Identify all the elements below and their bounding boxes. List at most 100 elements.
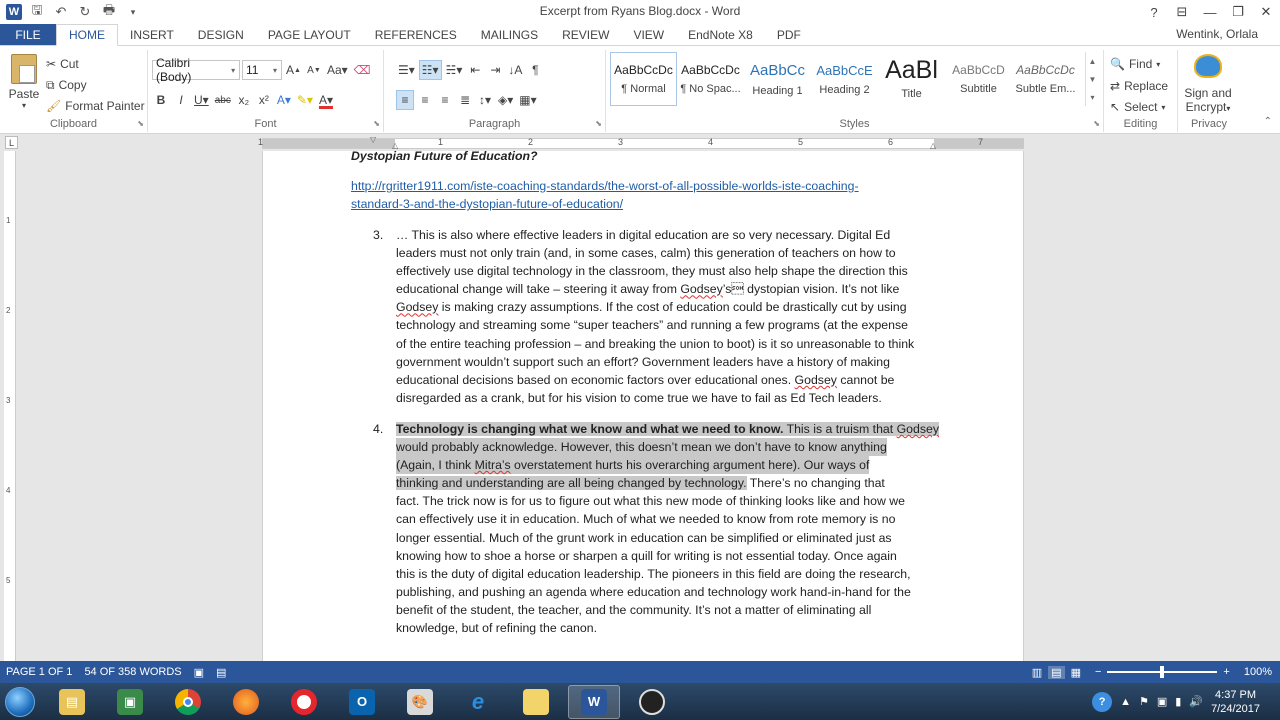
- find-button[interactable]: 🔍 Find ▾: [1110, 54, 1160, 74]
- align-right-icon[interactable]: ≡: [436, 90, 454, 110]
- link-line[interactable]: http://rgritter1911.com/iste-coaching-st…: [351, 177, 901, 195]
- user-account[interactable]: Wentink, Orlala: [1176, 27, 1258, 41]
- numbering-icon[interactable]: ☷▾: [418, 60, 442, 80]
- italic-icon[interactable]: I: [172, 90, 190, 110]
- chevron-up-icon[interactable]: ▲: [1089, 57, 1097, 66]
- replace-button[interactable]: ⇄ Replace: [1110, 76, 1168, 96]
- spelling-error[interactable]: Mitra’s: [475, 458, 511, 472]
- sign-encrypt-button[interactable]: Sign and Encrypt▾: [1178, 86, 1238, 116]
- justify-icon[interactable]: ≣: [456, 90, 474, 110]
- save-icon[interactable]: 🖫: [28, 2, 46, 21]
- tab-design[interactable]: DESIGN: [186, 24, 256, 45]
- highlight-color-icon[interactable]: ✎▾: [295, 90, 315, 110]
- more-styles-icon[interactable]: ▾: [1090, 93, 1094, 102]
- taskbar-outlook[interactable]: O: [336, 685, 388, 719]
- tab-endnote[interactable]: EndNote X8: [676, 24, 765, 45]
- sort-icon[interactable]: ↓A: [506, 60, 524, 80]
- clipboard-launcher-icon[interactable]: ⬊: [137, 119, 144, 128]
- customize-qat-icon[interactable]: ▾: [124, 3, 142, 21]
- bullets-icon[interactable]: ☰▾: [396, 60, 417, 80]
- paragraph-launcher-icon[interactable]: ⬊: [595, 119, 602, 128]
- tab-view[interactable]: VIEW: [621, 24, 676, 45]
- text-effects-icon[interactable]: A▾: [275, 90, 293, 110]
- grow-font-icon[interactable]: A ▲: [284, 60, 303, 80]
- undo-icon[interactable]: ↶: [52, 3, 70, 21]
- tab-home[interactable]: HOME: [56, 24, 118, 46]
- minimize-button[interactable]: —: [1196, 0, 1224, 24]
- paste-dropdown-icon[interactable]: ▾: [6, 101, 42, 110]
- taskbar-obs[interactable]: [626, 685, 678, 719]
- strikethrough-icon[interactable]: abc: [213, 90, 233, 110]
- subscript-icon[interactable]: x₂: [235, 90, 253, 110]
- network-icon[interactable]: ▮: [1175, 695, 1181, 708]
- ribbon-display-options-button[interactable]: ⊟: [1168, 0, 1196, 24]
- volume-icon[interactable]: 🔊: [1189, 695, 1203, 708]
- increase-indent-icon[interactable]: ⇥: [486, 60, 504, 80]
- help-button[interactable]: ?: [1140, 0, 1168, 24]
- pilcrow-icon[interactable]: ¶: [526, 60, 544, 80]
- horizontal-ruler[interactable]: 1 1 2 3 4 5 6 7 ▽ △ △: [258, 135, 1024, 150]
- taskbar-paint[interactable]: 🎨: [394, 685, 446, 719]
- select-button[interactable]: ↖ Select ▾: [1110, 97, 1165, 117]
- bold-icon[interactable]: B: [152, 90, 170, 110]
- borders-icon[interactable]: ▦▾: [517, 90, 538, 110]
- start-button[interactable]: [0, 684, 40, 720]
- tab-selector[interactable]: L: [5, 136, 18, 149]
- tab-pdf[interactable]: PDF: [765, 24, 813, 45]
- help-tray-icon[interactable]: ?: [1092, 691, 1113, 712]
- style-heading-2[interactable]: AaBbCcE Heading 2: [811, 52, 878, 106]
- redo-icon[interactable]: ↻: [76, 3, 94, 21]
- copy-button[interactable]: ⧉ Copy: [46, 75, 87, 95]
- word-count[interactable]: 54 OF 358 WORDS: [78, 666, 187, 678]
- shading-icon[interactable]: ◈▾: [496, 90, 515, 110]
- decrease-indent-icon[interactable]: ⇤: [466, 60, 484, 80]
- style-title[interactable]: AaBl Title: [878, 52, 945, 106]
- restore-button[interactable]: ❐: [1224, 0, 1252, 24]
- zoom-out-button[interactable]: −: [1095, 666, 1101, 678]
- taskbar-internet-explorer[interactable]: e: [452, 685, 504, 719]
- flag-icon[interactable]: ⚑: [1139, 695, 1149, 708]
- proofing-icon[interactable]: ▣: [188, 666, 210, 679]
- sign-encrypt-icon[interactable]: [1194, 54, 1222, 78]
- taskbar-file-explorer[interactable]: ▤: [46, 685, 98, 719]
- format-painter-button[interactable]: 🖌 Format Painter: [46, 96, 145, 116]
- macro-record-icon[interactable]: ▤: [210, 666, 232, 679]
- font-size-combo[interactable]: 11 ▾: [242, 60, 282, 80]
- style-subtitle[interactable]: AaBbCcD Subtitle: [945, 52, 1012, 106]
- link-line[interactable]: standard-3-and-the-dystopian-future-of-e…: [351, 195, 901, 213]
- superscript-icon[interactable]: x²: [255, 90, 273, 110]
- line-spacing-icon[interactable]: ↕▾: [476, 90, 494, 110]
- chevron-down-icon[interactable]: ▼: [1089, 75, 1097, 84]
- clock[interactable]: 4:37 PM 7/24/2017: [1211, 688, 1260, 716]
- taskbar-opera[interactable]: [278, 685, 330, 719]
- taskbar-folder[interactable]: [510, 685, 562, 719]
- font-launcher-icon[interactable]: ⬊: [373, 119, 380, 128]
- multilevel-list-icon[interactable]: ☵▾: [444, 60, 465, 80]
- paste-button[interactable]: Paste ▾: [6, 54, 42, 110]
- shrink-font-icon[interactable]: A ▼: [305, 60, 323, 80]
- hanging-indent-marker[interactable]: △: [392, 141, 398, 150]
- tab-review[interactable]: REVIEW: [550, 24, 621, 45]
- document-page[interactable]: Dystopian Future of Education? http://rg…: [262, 151, 1024, 661]
- print-preview-icon[interactable]: 🖶: [100, 2, 118, 21]
- tab-mailings[interactable]: MAILINGS: [469, 24, 550, 45]
- styles-launcher-icon[interactable]: ⬊: [1093, 119, 1100, 128]
- vertical-ruler[interactable]: 1 2 3 4 5: [4, 151, 16, 661]
- tab-insert[interactable]: INSERT: [118, 24, 186, 45]
- zoom-slider[interactable]: [1107, 666, 1218, 678]
- print-layout-icon[interactable]: ▤: [1048, 665, 1065, 679]
- change-case-icon[interactable]: Aa▾: [325, 60, 350, 80]
- action-center-icon[interactable]: ▣: [1157, 695, 1167, 708]
- taskbar-firefox[interactable]: [220, 685, 272, 719]
- right-indent-marker[interactable]: △: [930, 141, 936, 150]
- zoom-level[interactable]: 100%: [1244, 666, 1272, 678]
- tab-page-layout[interactable]: PAGE LAYOUT: [256, 24, 363, 45]
- first-line-indent-marker[interactable]: ▽: [370, 135, 376, 144]
- font-color-icon[interactable]: A▾: [317, 90, 335, 110]
- taskbar-task-manager[interactable]: ▣: [104, 685, 156, 719]
- style-normal[interactable]: AaBbCcDc ¶ Normal: [610, 52, 677, 106]
- page-count[interactable]: PAGE 1 OF 1: [0, 666, 78, 678]
- close-button[interactable]: ✕: [1252, 0, 1280, 24]
- align-left-icon[interactable]: ≡: [396, 90, 414, 110]
- tab-references[interactable]: REFERENCES: [363, 24, 469, 45]
